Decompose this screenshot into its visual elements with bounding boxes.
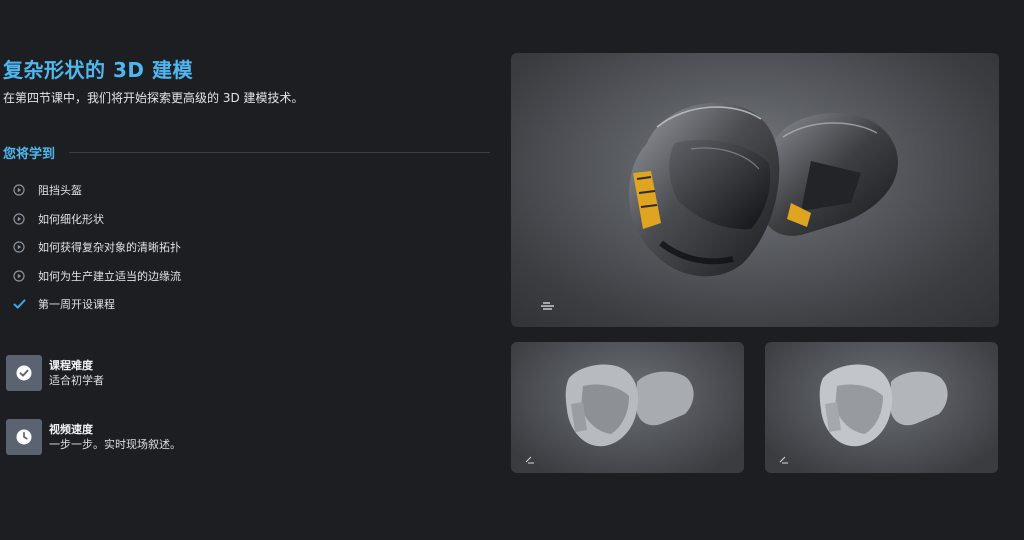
check-badge-icon [6, 355, 42, 391]
speed-title: 视频速度 [49, 423, 93, 436]
helmet-render-thumb-1[interactable] [511, 342, 744, 473]
list-item-label: 如何细化形状 [38, 212, 104, 226]
speed-value: 一步一步。实时现场叙述。 [49, 438, 181, 451]
checkmark-icon [12, 297, 26, 311]
play-circle-icon [12, 183, 26, 197]
course-subtitle: 在第四节课中，我们将开始探索更高级的 3D 建模技术。 [3, 91, 304, 105]
course-section: 复杂形状的 3D 建模 在第四节课中，我们将开始探索更高级的 3D 建模技术。 … [0, 0, 1024, 540]
divider [69, 151, 490, 153]
speed-card: 视频速度 一步一步。实时现场叙述。 [6, 419, 181, 455]
learn-list: 阻挡头盔 如何细化形状 如何获得复杂对象的清晰拓扑 如何为生产建立适当的边缘流 … [12, 176, 181, 319]
play-circle-icon [12, 269, 26, 283]
clock-icon [6, 419, 42, 455]
difficulty-card: 课程难度 适合初学者 [6, 355, 104, 391]
list-item-label: 如何获得复杂对象的清晰拓扑 [38, 241, 181, 255]
play-circle-icon [12, 212, 26, 226]
list-item[interactable]: 如何为生产建立适当的边缘流 [12, 262, 181, 291]
list-item[interactable]: 第一周开设课程 [12, 290, 181, 319]
list-item[interactable]: 阻挡头盔 [12, 176, 181, 205]
logo-icon [525, 456, 534, 464]
learn-section-header: 您将学到 [3, 143, 490, 162]
helmet-clay-image [819, 364, 948, 447]
difficulty-value: 适合初学者 [49, 374, 104, 387]
difficulty-title: 课程难度 [49, 359, 93, 372]
helmet-render-main[interactable] [511, 53, 999, 327]
logo-icon [779, 456, 788, 464]
play-circle-icon [12, 240, 26, 254]
helmet-render-thumb-2[interactable] [765, 342, 998, 473]
list-item-label: 阻挡头盔 [38, 184, 82, 198]
learn-heading: 您将学到 [3, 146, 56, 162]
helmet-image [629, 102, 898, 277]
list-item[interactable]: 如何获得复杂对象的清晰拓扑 [12, 233, 181, 262]
list-item[interactable]: 如何细化形状 [12, 205, 181, 234]
list-item-label: 第一周开设课程 [38, 298, 115, 312]
course-title: 复杂形状的 3D 建模 [3, 58, 193, 82]
logo-icon [541, 302, 554, 310]
helmet-clay-image [565, 364, 694, 447]
list-item-label: 如何为生产建立适当的边缘流 [38, 269, 181, 283]
